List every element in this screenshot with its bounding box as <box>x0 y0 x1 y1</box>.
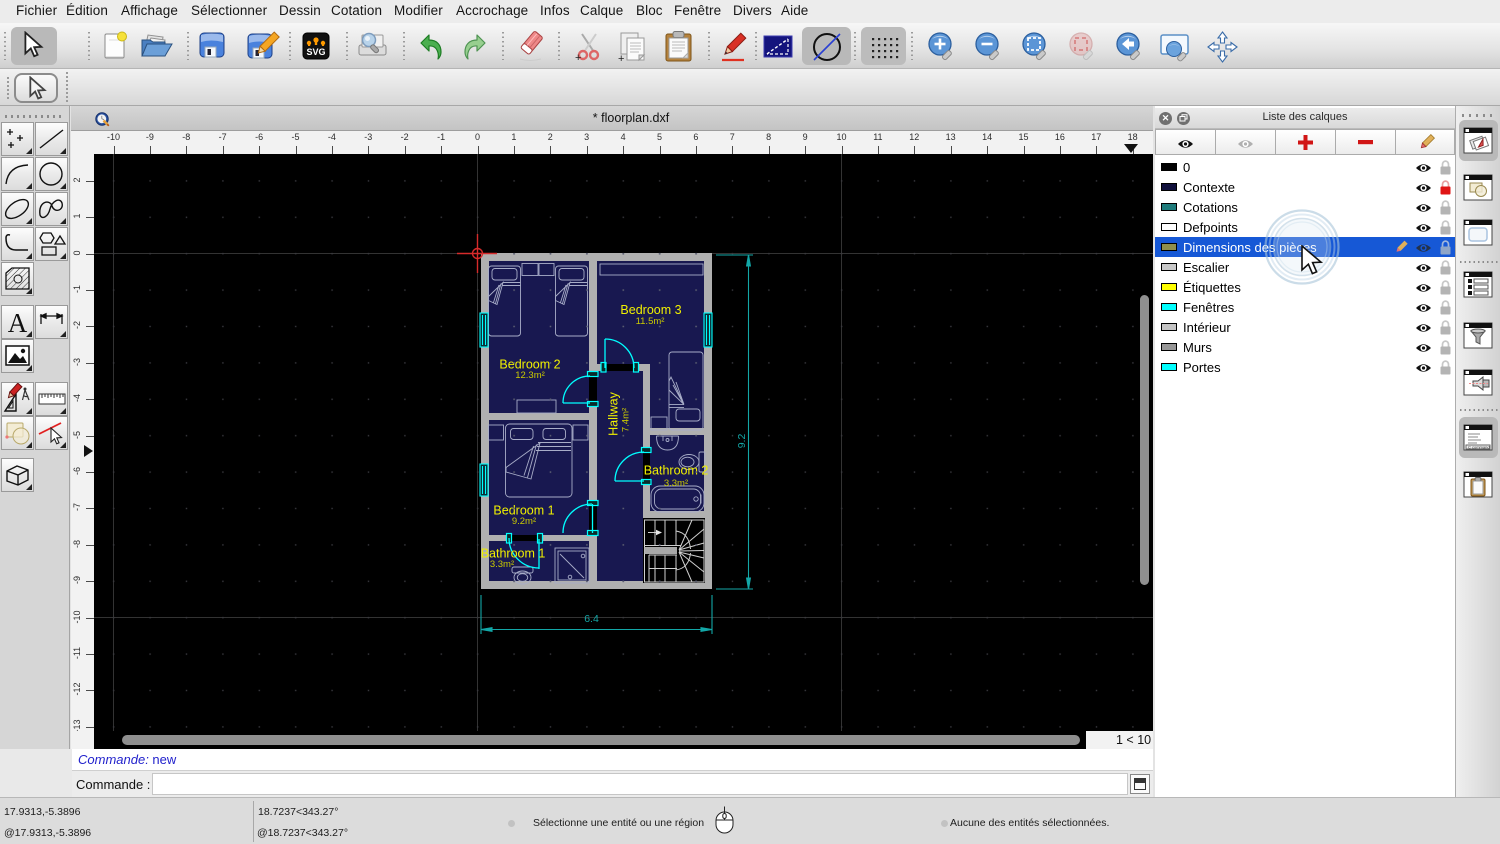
svg-text:C command: C command <box>1468 445 1490 450</box>
svg-text:SVG: SVG <box>306 47 325 57</box>
svg-text:+: + <box>618 53 624 64</box>
svg-text:A: A <box>8 308 28 338</box>
svg-text:+: + <box>575 52 581 64</box>
